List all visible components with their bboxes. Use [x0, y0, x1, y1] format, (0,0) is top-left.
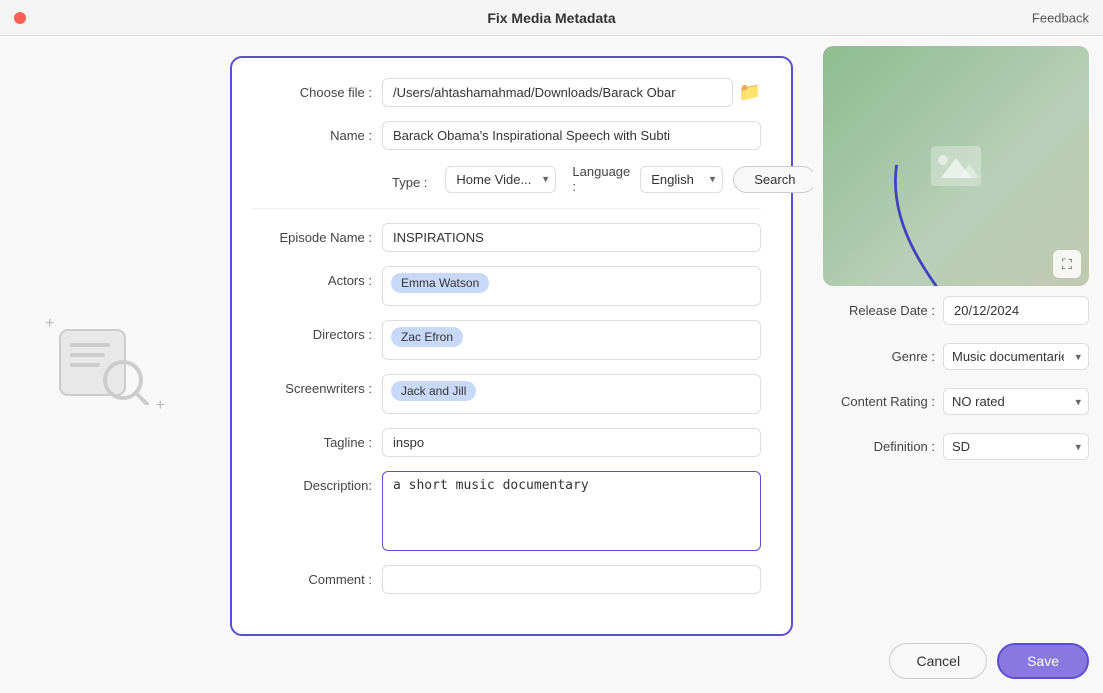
tagline-wrap: [382, 428, 761, 457]
definition-select-wrap: SD HD 4K: [943, 433, 1089, 460]
description-textarea[interactable]: a short music documentary: [382, 471, 761, 551]
feedback-link[interactable]: Feedback: [1032, 10, 1089, 25]
description-wrap: a short music documentary: [382, 471, 761, 551]
type-label: Type :: [392, 168, 435, 190]
form-border: Choose file : 📁 Name : Type :: [230, 56, 793, 636]
search-button[interactable]: Search: [733, 166, 813, 193]
search-document-icon: [55, 325, 155, 405]
directors-label: Directors :: [252, 320, 382, 342]
screenwriters-wrap: Jack and Jill: [382, 374, 761, 414]
comment-row: Comment :: [252, 565, 761, 594]
actors-row: Actors : Emma Watson: [252, 266, 761, 306]
content-rating-select[interactable]: NO rated G PG R: [943, 388, 1089, 415]
close-button[interactable]: [14, 12, 26, 24]
tagline-row: Tagline :: [252, 428, 761, 457]
screenwriters-label: Screenwriters :: [252, 374, 382, 396]
episode-name-input[interactable]: [382, 223, 761, 252]
release-date-row: Release Date :: [823, 296, 1089, 325]
description-label: Description:: [252, 471, 382, 493]
content-rating-select-wrap: NO rated G PG R: [943, 388, 1089, 415]
episode-name-wrap: [382, 223, 761, 252]
type-select-wrap: Home Vide... Movie TV Show: [445, 166, 556, 193]
main-container: + + Choose file : 📁: [0, 36, 1103, 693]
episode-name-row: Episode Name :: [252, 223, 761, 252]
name-label: Name :: [252, 121, 382, 143]
actors-wrap: Emma Watson: [382, 266, 761, 306]
release-date-label: Release Date :: [823, 303, 943, 318]
actor-chip-0[interactable]: Emma Watson: [391, 273, 489, 293]
right-panel: ⛶ Release Date : Genre : Music documenta…: [813, 36, 1103, 693]
decorative-icon: + +: [55, 325, 155, 405]
release-date-input[interactable]: [943, 296, 1089, 325]
definition-row: Definition : SD HD 4K: [823, 433, 1089, 460]
button-row: Cancel Save: [823, 633, 1089, 679]
definition-label: Definition :: [823, 439, 943, 454]
content-rating-row: Content Rating : NO rated G PG R: [823, 388, 1089, 415]
name-row: Name :: [252, 121, 761, 150]
director-chip-0[interactable]: Zac Efron: [391, 327, 463, 347]
screenwriter-chip-0[interactable]: Jack and Jill: [391, 381, 476, 401]
comment-wrap: [382, 565, 761, 594]
tagline-label: Tagline :: [252, 428, 382, 450]
definition-select[interactable]: SD HD 4K: [943, 433, 1089, 460]
file-path-input[interactable]: [382, 78, 733, 107]
thumbnail-edit-button[interactable]: ⛶: [1053, 250, 1081, 278]
left-panel: + +: [0, 36, 210, 693]
language-select[interactable]: English French Spanish: [640, 166, 723, 193]
language-select-wrap: English French Spanish: [640, 166, 723, 193]
thumbnail: ⛶: [823, 46, 1089, 286]
choose-file-row: Choose file : 📁: [252, 78, 761, 107]
type-select[interactable]: Home Vide... Movie TV Show: [445, 166, 556, 193]
directors-tag-area[interactable]: Zac Efron: [382, 320, 761, 360]
genre-label: Genre :: [823, 349, 943, 364]
content-rating-label: Content Rating :: [823, 394, 943, 409]
comment-input[interactable]: [382, 565, 761, 594]
genre-select[interactable]: Music documentarie Documentary Drama: [943, 343, 1089, 370]
name-wrap: [382, 121, 761, 150]
file-row: 📁: [382, 78, 761, 107]
screenwriters-row: Screenwriters : Jack and Jill: [252, 374, 761, 414]
app-title: Fix Media Metadata: [487, 10, 615, 26]
choose-file-wrap: 📁: [382, 78, 761, 107]
title-bar: Fix Media Metadata Feedback: [0, 0, 1103, 36]
type-lang-row: Type : Home Vide... Movie TV Show Langua…: [252, 164, 761, 194]
folder-icon[interactable]: 📁: [739, 82, 761, 103]
directors-wrap: Zac Efron: [382, 320, 761, 360]
name-input[interactable]: [382, 121, 761, 150]
genre-row: Genre : Music documentarie Documentary D…: [823, 343, 1089, 370]
choose-file-label: Choose file :: [252, 78, 382, 100]
genre-select-wrap: Music documentarie Documentary Drama: [943, 343, 1089, 370]
save-button[interactable]: Save: [997, 643, 1089, 679]
actors-label: Actors :: [252, 266, 382, 288]
thumbnail-placeholder-icon: [931, 146, 981, 186]
language-label: Language :: [572, 164, 630, 194]
episode-name-label: Episode Name :: [252, 223, 382, 245]
description-row: Description: a short music documentary: [252, 471, 761, 551]
comment-label: Comment :: [252, 565, 382, 587]
form-panel: Choose file : 📁 Name : Type :: [210, 36, 813, 693]
tagline-input[interactable]: [382, 428, 761, 457]
directors-row: Directors : Zac Efron: [252, 320, 761, 360]
cancel-button[interactable]: Cancel: [889, 643, 987, 679]
divider: [252, 208, 761, 209]
plus-icon-tl: +: [45, 315, 54, 333]
plus-icon-br: +: [156, 397, 165, 415]
screenwriters-tag-area[interactable]: Jack and Jill: [382, 374, 761, 414]
actors-tag-area[interactable]: Emma Watson: [382, 266, 761, 306]
